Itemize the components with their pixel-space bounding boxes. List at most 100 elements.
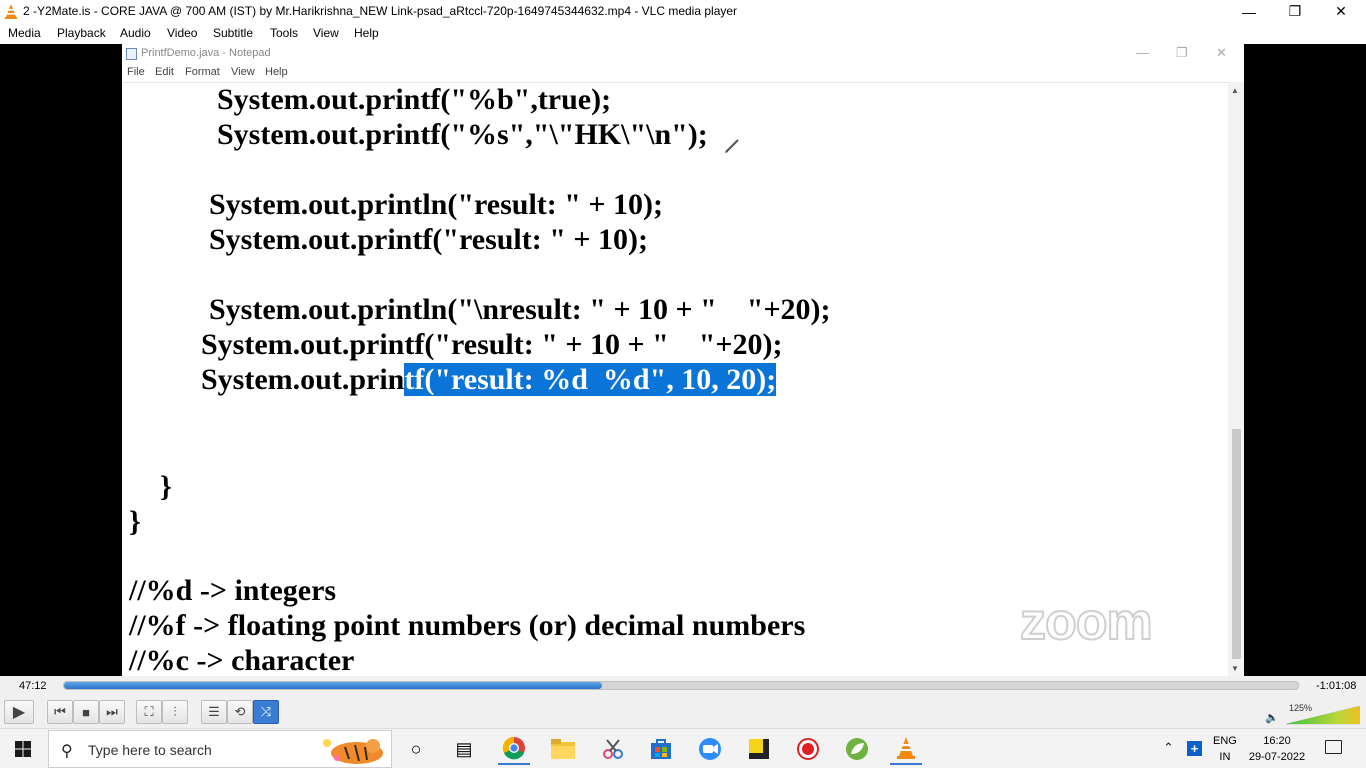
scrollbar-thumb xyxy=(1232,429,1241,659)
code-line: System.out.printf("result: " + 10 + " "+… xyxy=(201,328,783,361)
sticky-notes-icon[interactable] xyxy=(743,733,775,765)
fullscreen-button[interactable]: ⛶ xyxy=(136,700,162,724)
region-code: IN xyxy=(1219,751,1231,763)
zoom-watermark: zoom xyxy=(1019,592,1154,652)
clock-time: 16:20 xyxy=(1263,735,1291,747)
code-line: System.out.printf("%b",true); xyxy=(217,83,612,116)
search-highlight-art-icon xyxy=(323,739,383,764)
search-placeholder: Type here to search xyxy=(88,742,212,758)
store-bag-icon xyxy=(651,739,671,759)
notification-center-icon[interactable] xyxy=(1325,740,1342,754)
loop-button[interactable]: ⟲ xyxy=(227,700,253,724)
menu-view[interactable]: View xyxy=(313,26,339,40)
window-title: 2 -Y2Mate.is - CORE JAVA @ 700 AM (IST) … xyxy=(23,4,738,18)
seek-bar-row: 47:12 -1:01:08 xyxy=(0,676,1366,696)
record-icon xyxy=(797,738,819,760)
spring-leaf-icon xyxy=(846,738,868,760)
microsoft-store-icon[interactable] xyxy=(645,733,677,765)
scissors-icon xyxy=(603,739,623,759)
language-code: ENG xyxy=(1213,735,1237,747)
notepad-title-bar: PrintfDemo.java - Notepad — ❐ ✕ xyxy=(122,44,1244,65)
code-comment: //%c -> character xyxy=(129,644,355,676)
menu-help[interactable]: Help xyxy=(354,26,379,40)
notepad-title: PrintfDemo.java - Notepad xyxy=(141,47,271,59)
extended-settings-button[interactable]: ⫶ xyxy=(162,700,188,724)
tray-app-icon[interactable]: + xyxy=(1187,741,1202,756)
language-indicator[interactable]: ENG IN xyxy=(1213,733,1237,765)
seek-slider[interactable] xyxy=(63,681,1299,690)
notepad-menu-format: Format xyxy=(185,66,220,78)
menu-playback[interactable]: Playback xyxy=(57,26,106,40)
notepad-menu-view: View xyxy=(231,66,255,78)
notepad-restore-icon: ❐ xyxy=(1176,45,1188,60)
minimize-button[interactable]: — xyxy=(1226,0,1272,23)
menu-tools[interactable]: Tools xyxy=(270,26,298,40)
play-button[interactable]: ▶ xyxy=(4,700,34,724)
folder-icon xyxy=(551,739,575,759)
vlc-menu-bar: Media Playback Audio Video Subtitle Tool… xyxy=(0,23,1366,44)
speaker-icon[interactable]: 🔈 xyxy=(1265,711,1279,724)
file-explorer-icon[interactable] xyxy=(547,733,579,765)
notepad-menu-edit: Edit xyxy=(155,66,174,78)
chrome-logo-icon xyxy=(502,736,525,760)
next-button[interactable]: ⏭ xyxy=(99,700,125,724)
scroll-up-icon: ▲ xyxy=(1231,86,1239,95)
code-line: System.out.println("\nresult: " + 10 + "… xyxy=(209,293,831,326)
tray-overflow-icon[interactable]: ⌃ xyxy=(1163,740,1174,756)
shuffle-button[interactable]: ⤨ xyxy=(253,700,279,724)
notepad-menu-help: Help xyxy=(265,66,288,78)
menu-video[interactable]: Video xyxy=(167,26,197,40)
chrome-icon[interactable] xyxy=(498,733,530,765)
zoom-app-icon[interactable] xyxy=(694,733,726,765)
code-comment: //%d -> integers xyxy=(129,574,337,607)
scroll-down-icon: ▼ xyxy=(1231,664,1239,673)
vlc-title-bar: 2 -Y2Mate.is - CORE JAVA @ 700 AM (IST) … xyxy=(0,0,1366,23)
search-icon: ⚲ xyxy=(61,743,73,760)
code-line: System.out.printf("%s","\"HK\"\n"); xyxy=(217,118,708,151)
seek-progress-fill xyxy=(64,682,603,689)
menu-audio[interactable]: Audio xyxy=(120,26,151,40)
vlc-cone-icon xyxy=(897,737,915,759)
stop-button[interactable]: ■ xyxy=(73,700,99,724)
screen-recorder-icon[interactable] xyxy=(792,733,824,765)
video-area[interactable]: PrintfDemo.java - Notepad — ❐ ✕ File Edi… xyxy=(0,44,1366,676)
vlc-logo-icon xyxy=(5,4,17,19)
taskbar-search-box[interactable]: ⚲ Type here to search xyxy=(48,730,392,768)
vlc-taskbar-icon[interactable] xyxy=(890,733,922,765)
widgets-icon[interactable]: ▤ xyxy=(448,733,480,765)
code-line-selected: System.out.printf("result: %d %d", 10, 2… xyxy=(201,363,777,397)
playlist-button[interactable]: ☰ xyxy=(201,700,227,724)
menu-subtitle[interactable]: Subtitle xyxy=(213,26,253,40)
note-icon xyxy=(749,739,769,759)
code-comment: //%f -> floating point numbers (or) deci… xyxy=(129,609,806,642)
pencil-cursor-icon xyxy=(725,139,739,153)
previous-button[interactable]: ⏮ xyxy=(47,700,73,724)
code-line: System.out.printf("result: " + 10); xyxy=(209,223,648,256)
clock-date: 29-07-2022 xyxy=(1248,751,1306,763)
notepad-window: PrintfDemo.java - Notepad — ❐ ✕ File Edi… xyxy=(122,44,1244,676)
time-remaining[interactable]: -1:01:08 xyxy=(1316,680,1356,692)
notepad-minimize-icon: — xyxy=(1136,45,1149,60)
spring-tool-suite-icon[interactable] xyxy=(841,733,873,765)
system-clock[interactable]: 16:20 29-07-2022 xyxy=(1248,733,1306,765)
closing-brace: } xyxy=(160,470,172,503)
volume-slider[interactable] xyxy=(1286,705,1360,725)
time-elapsed: 47:12 xyxy=(19,680,47,692)
notepad-menu-file: File xyxy=(127,66,145,78)
code-line: System.out.println("result: " + 10); xyxy=(209,188,663,221)
notepad-scrollbar: ▲ ▼ xyxy=(1228,82,1244,676)
playback-controls: ▶ ⏮ ■ ⏭ ⛶ ⫶ ☰ ⟲ ⤨ 🔈 125% xyxy=(0,696,1366,728)
closing-brace: } xyxy=(129,505,141,538)
notepad-icon xyxy=(126,48,137,60)
notepad-close-icon: ✕ xyxy=(1216,45,1227,60)
menu-media[interactable]: Media xyxy=(8,26,41,40)
restore-button[interactable]: ❐ xyxy=(1272,0,1318,23)
windows-start-icon[interactable] xyxy=(15,741,31,757)
zoom-camera-icon xyxy=(699,738,721,760)
close-button[interactable]: ✕ xyxy=(1318,0,1364,23)
snipping-tool-icon[interactable] xyxy=(597,733,629,765)
windows-taskbar: ⚲ Type here to search ○ ▤ ⌃ + ENG IN 16:… xyxy=(0,728,1366,768)
notepad-menu-bar: File Edit Format View Help xyxy=(122,65,1244,81)
task-view-icon[interactable]: ○ xyxy=(400,733,432,765)
text-selection: tf("result: %d %d", 10, 20); xyxy=(404,363,777,396)
